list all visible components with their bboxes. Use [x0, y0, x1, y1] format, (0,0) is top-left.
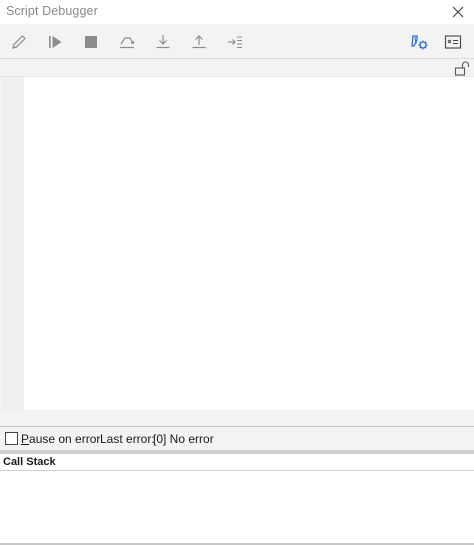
call-stack-header: Call Stack [0, 454, 474, 471]
step-over-button[interactable] [114, 29, 140, 55]
call-stack-title: Call Stack [3, 456, 56, 468]
status-bar: Pause on error Last error: [0] No error [0, 426, 474, 450]
stop-icon [85, 36, 97, 48]
script-editor-area [0, 77, 474, 426]
pause-on-error-checkbox[interactable] [5, 432, 18, 445]
step-out-button[interactable] [186, 29, 212, 55]
step-next-icon [228, 36, 242, 48]
unlock-icon [454, 61, 470, 76]
step-next-button[interactable] [222, 29, 248, 55]
debug-settings-button[interactable] [406, 29, 432, 55]
line-number-gutter [2, 77, 24, 410]
edit-icon [12, 35, 26, 49]
run-button[interactable] [42, 29, 68, 55]
run-icon [49, 36, 62, 48]
close-button[interactable] [448, 2, 468, 22]
lock-toggle[interactable] [454, 60, 470, 76]
call-stack-list[interactable] [0, 471, 474, 543]
horizontal-scrollbar[interactable] [24, 410, 474, 426]
step-over-icon [120, 37, 135, 49]
immediate-window-button[interactable] [440, 29, 466, 55]
editor-header [0, 59, 474, 77]
window-title: Script Debugger [6, 4, 98, 18]
last-error-label: Last error: [100, 432, 155, 446]
stop-button[interactable] [78, 29, 104, 55]
toolbar [0, 24, 474, 59]
step-into-button[interactable] [150, 29, 176, 55]
step-into-icon [156, 35, 170, 49]
pause-on-error-label[interactable]: Pause on error [21, 432, 100, 446]
close-icon [452, 6, 464, 18]
last-error-value: [0] No error [153, 432, 214, 446]
script-editor[interactable] [24, 77, 474, 410]
immediate-window-icon [444, 35, 462, 49]
step-out-icon [192, 35, 206, 49]
debug-settings-icon [411, 35, 428, 50]
edit-button[interactable] [6, 29, 32, 55]
title-bar: Script Debugger [0, 0, 474, 24]
